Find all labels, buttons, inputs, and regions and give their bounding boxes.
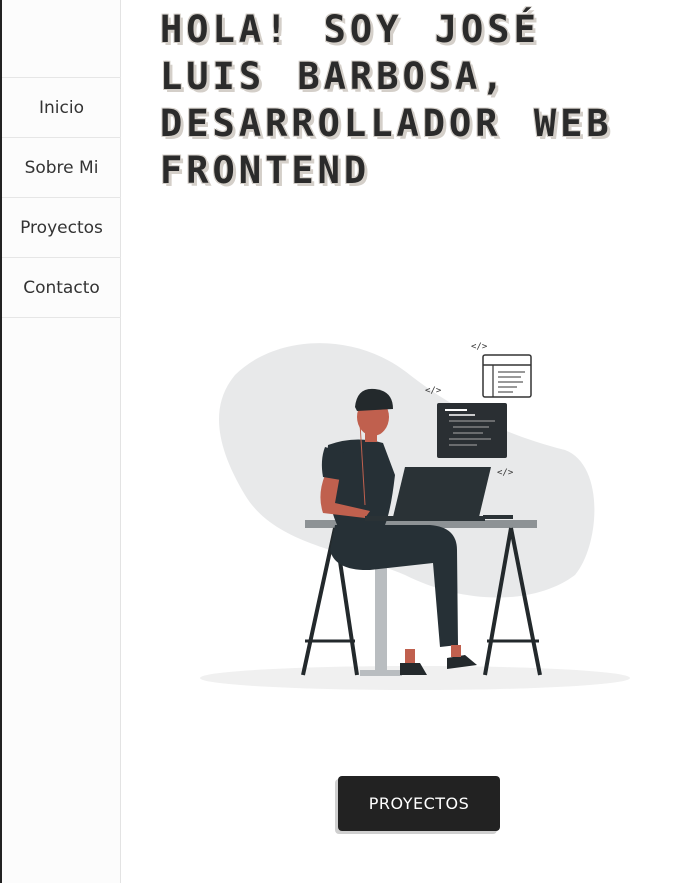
document-window-icon [482,354,532,398]
hero-headline: HOLA! SOY JOSÉ LUIS BARBOSA, DESARROLLAD… [160,8,613,192]
code-tag-top: </> [471,342,488,352]
stool [360,565,402,676]
code-tag-left: </> [425,386,442,396]
developer-illustration: </> </> </> [200,342,630,690]
nav-item-sobre-mi[interactable]: Sobre Mi [2,137,121,197]
nav-item-inicio[interactable]: Inicio [2,77,121,137]
mouse-icon [483,515,513,519]
code-panel-icon [437,403,507,458]
nav-item-contacto[interactable]: Contacto [2,257,121,318]
projects-button[interactable]: PROYECTOS [338,776,500,831]
sidebar: Inicio Sobre Mi Proyectos Contacto [0,0,121,883]
code-tag-right: </> [497,468,514,478]
nav-item-proyectos[interactable]: Proyectos [2,197,121,257]
sidebar-nav: Inicio Sobre Mi Proyectos Contacto [2,77,121,318]
